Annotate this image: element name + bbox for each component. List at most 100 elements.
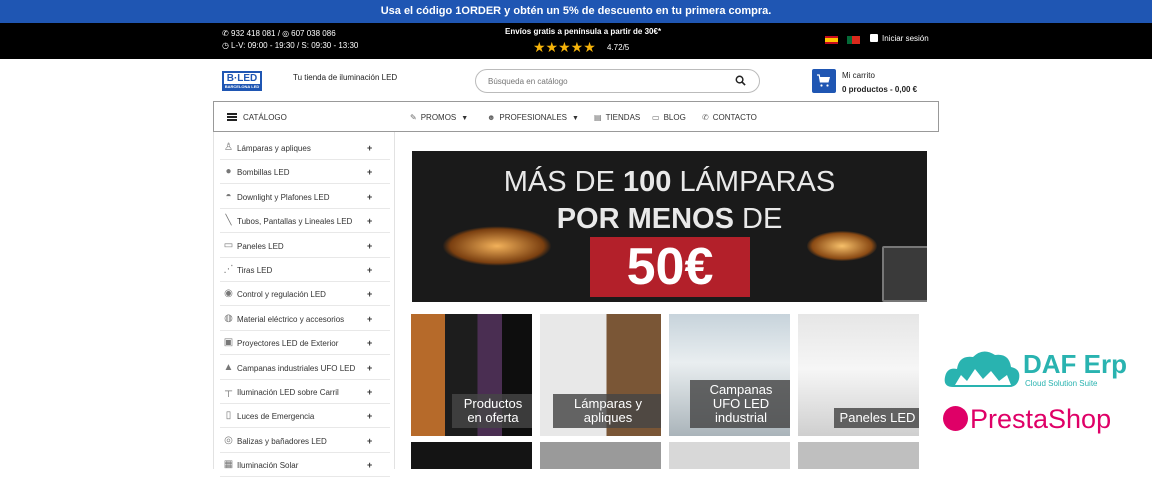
phone-icon: ✆ — [222, 29, 229, 38]
floodlight-icon: ▣ — [223, 337, 234, 349]
sidebar-item[interactable]: ◎ Balizas y bañadores LED + — [220, 429, 390, 453]
expand-icon[interactable]: + — [367, 387, 372, 397]
ufo-icon: ▲ — [223, 361, 234, 373]
sidebar-item[interactable]: ● Bombillas LED + — [220, 160, 390, 185]
category-sidebar: ♙ Lámparas y apliques + ● Bombillas LED + ◓ Dow… — [213, 132, 395, 477]
tile-row2-3[interactable] — [669, 442, 790, 469]
expand-icon[interactable]: + — [367, 411, 372, 421]
cart-button[interactable] — [812, 69, 836, 93]
phone-numbers[interactable]: 932 418 081 / — [231, 29, 282, 38]
tile-offers[interactable]: Productos en oferta — [411, 314, 532, 436]
promo-bar: Usa el código 1ORDER y obtén un 5% de de… — [0, 0, 1152, 23]
sidebar-item[interactable]: ▣ Proyectores LED de Exterior + — [220, 331, 390, 356]
search-box[interactable] — [475, 69, 760, 93]
sidebar-item[interactable]: ◉ Control y regulación LED + — [220, 282, 390, 307]
user-icon — [870, 34, 878, 42]
sidebar-item-label: Paneles LED — [237, 241, 284, 251]
bulb-icon: ● — [225, 166, 232, 178]
sidebar-item-label: Balizas y bañadores LED — [237, 436, 327, 446]
cart-total[interactable]: 0 productos - 0,00 € — [842, 85, 917, 94]
expand-icon[interactable]: + — [367, 143, 372, 153]
banner-l2-suffix: DE — [733, 203, 783, 235]
daf-erp-logo: DAF Erp Cloud Solution Suite — [943, 345, 1133, 395]
strip-icon: ⋰ — [223, 264, 234, 275]
sidebar-item[interactable]: ◍ Material eléctrico y accesorios + — [220, 307, 390, 331]
sidebar-item[interactable]: ♙ Lámparas y apliques + — [220, 136, 390, 160]
expand-icon[interactable]: + — [367, 216, 372, 226]
tube-icon: ╲ — [225, 215, 232, 227]
sidebar-item-label: Iluminación LED sobre Carril — [237, 388, 339, 397]
sidebar-item[interactable]: ▦ Iluminación Solar + — [220, 453, 390, 477]
whatsapp-number[interactable]: 607 038 086 — [291, 29, 336, 38]
sidebar-item[interactable]: ▯ Luces de Emergencia + — [220, 404, 390, 429]
sidebar-item[interactable]: ┬ Iluminación LED sobre Carril + — [220, 380, 390, 404]
tag-icon: ✎ — [410, 113, 417, 122]
catalog-menu-button[interactable]: CATÁLOGO — [227, 113, 287, 122]
nav-contact[interactable]: ✆ CONTACTO — [702, 113, 757, 122]
cloud-icon — [944, 351, 1020, 387]
expand-icon[interactable]: + — [367, 265, 372, 275]
logo-sub: BARCELONA LED — [224, 84, 260, 89]
sidebar-item[interactable]: ⋰ Tiras LED + — [220, 258, 390, 282]
expand-icon[interactable]: + — [367, 436, 372, 446]
banner-l1-bold: 100 — [623, 166, 672, 198]
rating-stars[interactable]: ★★★★★ — [533, 39, 596, 55]
promos-label: PROMOS — [420, 113, 457, 122]
sidebar-item-label: Luces de Emergencia — [237, 412, 315, 422]
main-nav: CATÁLOGO ✎ PROMOS ▼ ☻ PROFESIONALES ▼ ▤ TIEND… — [213, 101, 939, 132]
opening-hours: L-V: 09:00 - 19:30 / S: 09:30 - 13:30 — [231, 41, 359, 50]
nav-professionals[interactable]: ☻ PROFESIONALES ▼ — [487, 113, 579, 122]
login-label: Iniciar sesión — [882, 34, 929, 43]
stores-label: TIENDAS — [605, 113, 641, 122]
banner-line-1: MÁS DE 100 LÁMPARAS — [412, 166, 927, 199]
tile-offers-label: Productos en oferta — [452, 394, 532, 428]
tile-ufo[interactable]: Campanas UFO LED industrial — [669, 314, 790, 436]
expand-icon[interactable]: + — [367, 338, 372, 348]
sidebar-item[interactable]: ╲ Tubos, Pantallas y Lineales LED + — [220, 209, 390, 234]
tile-ufo-label: Campanas UFO LED industrial — [690, 380, 790, 428]
sidebar-item[interactable]: ◓ Downlight y Plafones LED + — [220, 185, 390, 209]
expand-icon[interactable]: + — [367, 167, 372, 177]
tile-panels[interactable]: Paneles LED — [798, 314, 919, 436]
tile-row2-4[interactable] — [798, 442, 919, 469]
chevron-down-icon: ▼ — [461, 115, 469, 122]
flag-pt-icon[interactable] — [847, 36, 860, 44]
tile-row2-1[interactable] — [411, 442, 532, 469]
expand-icon[interactable]: + — [367, 289, 372, 299]
expand-icon[interactable]: + — [367, 192, 372, 202]
site-logo[interactable]: B·LED BARCELONA LED — [222, 71, 262, 91]
pros-label: PROFESIONALES — [499, 113, 567, 122]
nav-promos[interactable]: ✎ PROMOS ▼ — [410, 113, 468, 122]
cart-icon — [817, 74, 830, 87]
bollard-icon: ◎ — [224, 434, 233, 446]
sidebar-item-label: Campanas industriales UFO LED — [237, 363, 356, 373]
cart-title[interactable]: Mi carrito — [842, 71, 875, 80]
sidebar-item[interactable]: ▭ Paneles LED + — [220, 234, 390, 258]
tile-panels-label: Paneles LED — [834, 408, 919, 428]
promo-banner[interactable]: MÁS DE 100 LÁMPARAS POR MENOS DE 50€ — [412, 151, 927, 302]
prestashop-wordmark: PrestaShop — [970, 404, 1112, 434]
hamburger-icon — [227, 113, 237, 121]
nav-stores[interactable]: ▤ TIENDAS — [594, 113, 640, 122]
login-link[interactable]: Iniciar sesión — [870, 34, 929, 43]
sidebar-item-label: Downlight y Plafones LED — [237, 192, 330, 202]
panel-icon: ▭ — [223, 239, 234, 251]
banner-l1-prefix: MÁS DE — [503, 166, 623, 198]
expand-icon[interactable]: + — [367, 241, 372, 251]
whatsapp-icon: ◎ — [282, 29, 290, 38]
tile-lamps[interactable]: Lámparas y apliques — [540, 314, 661, 436]
expand-icon[interactable]: + — [367, 363, 372, 373]
phone-icon: ✆ — [702, 113, 709, 122]
nav-blog[interactable]: ▭ BLOG — [652, 113, 686, 122]
search-input[interactable] — [488, 75, 718, 87]
banner-l1-suffix: LÁMPARAS — [671, 166, 836, 198]
search-icon[interactable] — [735, 75, 746, 86]
tile-row2-2[interactable] — [540, 442, 661, 469]
expand-icon[interactable]: + — [367, 314, 372, 324]
sidebar-item[interactable]: ▲ Campanas industriales UFO LED + — [220, 356, 390, 380]
prestashop-logo: PrestaShop — [943, 403, 1143, 437]
clock-icon: ◷ — [222, 41, 229, 50]
flag-es-icon[interactable] — [825, 36, 838, 44]
rating-score[interactable]: 4.72/5 — [607, 43, 629, 52]
sidebar-item-label: Bombillas LED — [237, 168, 290, 178]
